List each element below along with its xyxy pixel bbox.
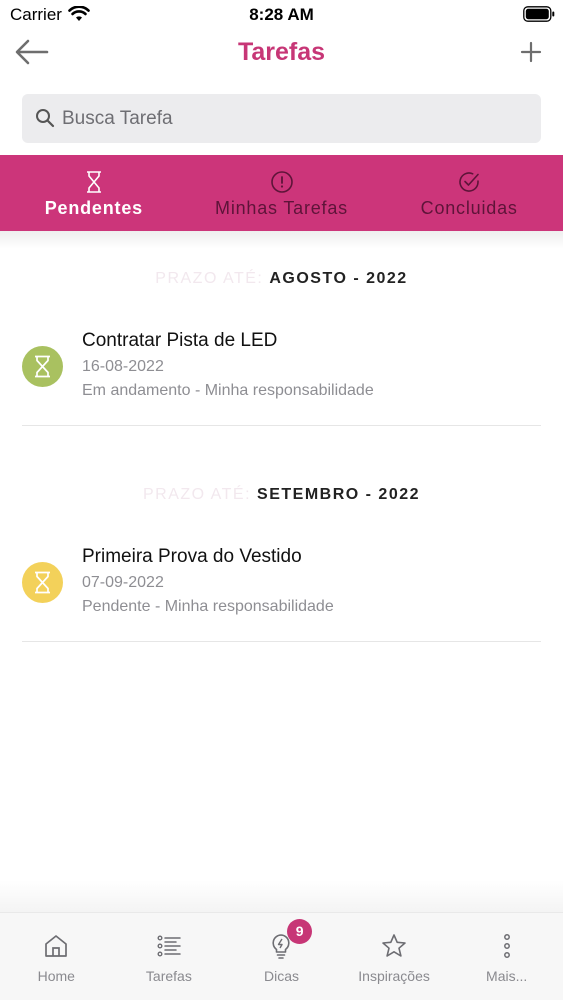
task-date: 07-09-2022	[82, 574, 164, 591]
alert-circle-icon	[270, 171, 293, 193]
task-status: Em andamento - Minha responsabilidade	[82, 382, 374, 399]
search-bar	[22, 94, 541, 143]
bottom-tab-home[interactable]: Home	[0, 913, 113, 1000]
tab-minhas-tarefas[interactable]: Minhas Tarefas	[188, 155, 376, 231]
task-date: 16-08-2022	[82, 358, 164, 375]
bottom-tab-tarefas[interactable]: Tarefas	[113, 913, 226, 1000]
status-bar: Carrier 8:28 AM	[0, 0, 563, 30]
navigation-bar: Tarefas	[0, 30, 563, 80]
tab-label: Minhas Tarefas	[215, 198, 348, 218]
section-header: PRAZO ATÉ: SETEMBRO - 2022	[0, 486, 563, 504]
more-vertical-icon	[503, 934, 510, 958]
battery-icon	[523, 6, 555, 22]
search-input[interactable]	[62, 94, 522, 143]
bottom-tab-dicas[interactable]: 9 Dicas	[225, 913, 338, 1000]
home-icon	[45, 935, 68, 957]
star-icon	[382, 934, 406, 957]
bottom-tab-label: Dicas	[263, 968, 299, 984]
tabs-shadow	[0, 231, 563, 249]
bottom-tab-label: Home	[37, 968, 75, 984]
task-status-indicator	[22, 562, 63, 603]
task-item[interactable]: Primeira Prova do Vestido 07-09-2022 Pen…	[22, 530, 541, 642]
bottom-tab-label: Tarefas	[145, 968, 192, 984]
section-prefix: PRAZO ATÉ:	[142, 486, 252, 503]
plus-icon[interactable]	[519, 38, 543, 66]
page-title: Tarefas	[237, 38, 326, 66]
hourglass-icon	[35, 571, 50, 594]
task-item[interactable]: Contratar Pista de LED 16-08-2022 Em and…	[22, 314, 541, 426]
task-filter-tabs: Pendentes Minhas Tarefas Concluidas	[0, 155, 563, 231]
section-prefix: PRAZO ATÉ:	[155, 270, 264, 287]
search-icon	[36, 109, 55, 128]
hourglass-icon	[86, 171, 101, 193]
task-status-indicator	[22, 346, 63, 387]
bottom-tab-inspiracoes[interactable]: Inspirações	[338, 913, 451, 1000]
task-status: Pendente - Minha responsabilidade	[82, 598, 334, 615]
tab-label: Pendentes	[44, 198, 143, 218]
task-title: Contratar Pista de LED	[82, 330, 278, 351]
tab-pendentes[interactable]: Pendentes	[0, 155, 188, 231]
section-month: AGOSTO - 2022	[269, 270, 408, 287]
status-time: 8:28 AM	[249, 5, 314, 24]
bottom-tab-bar: Home Tarefas 9 Dicas Inspirações Mais...	[0, 912, 563, 1000]
bottom-tab-mais[interactable]: Mais...	[450, 913, 563, 1000]
list-icon	[157, 935, 181, 957]
bottom-tab-label: Mais...	[486, 968, 528, 984]
bottom-fade	[0, 880, 563, 912]
hourglass-icon	[35, 355, 50, 378]
section-month: SETEMBRO - 2022	[257, 486, 421, 503]
check-circle-icon	[459, 172, 479, 192]
task-title: Primeira Prova do Vestido	[82, 546, 302, 567]
tab-label: Concluidas	[420, 198, 518, 218]
notification-badge: 9	[287, 919, 313, 944]
bottom-tab-label: Inspirações	[358, 968, 430, 984]
section-header: PRAZO ATÉ: AGOSTO - 2022	[0, 270, 563, 288]
tab-concluidas[interactable]: Concluidas	[375, 155, 563, 231]
